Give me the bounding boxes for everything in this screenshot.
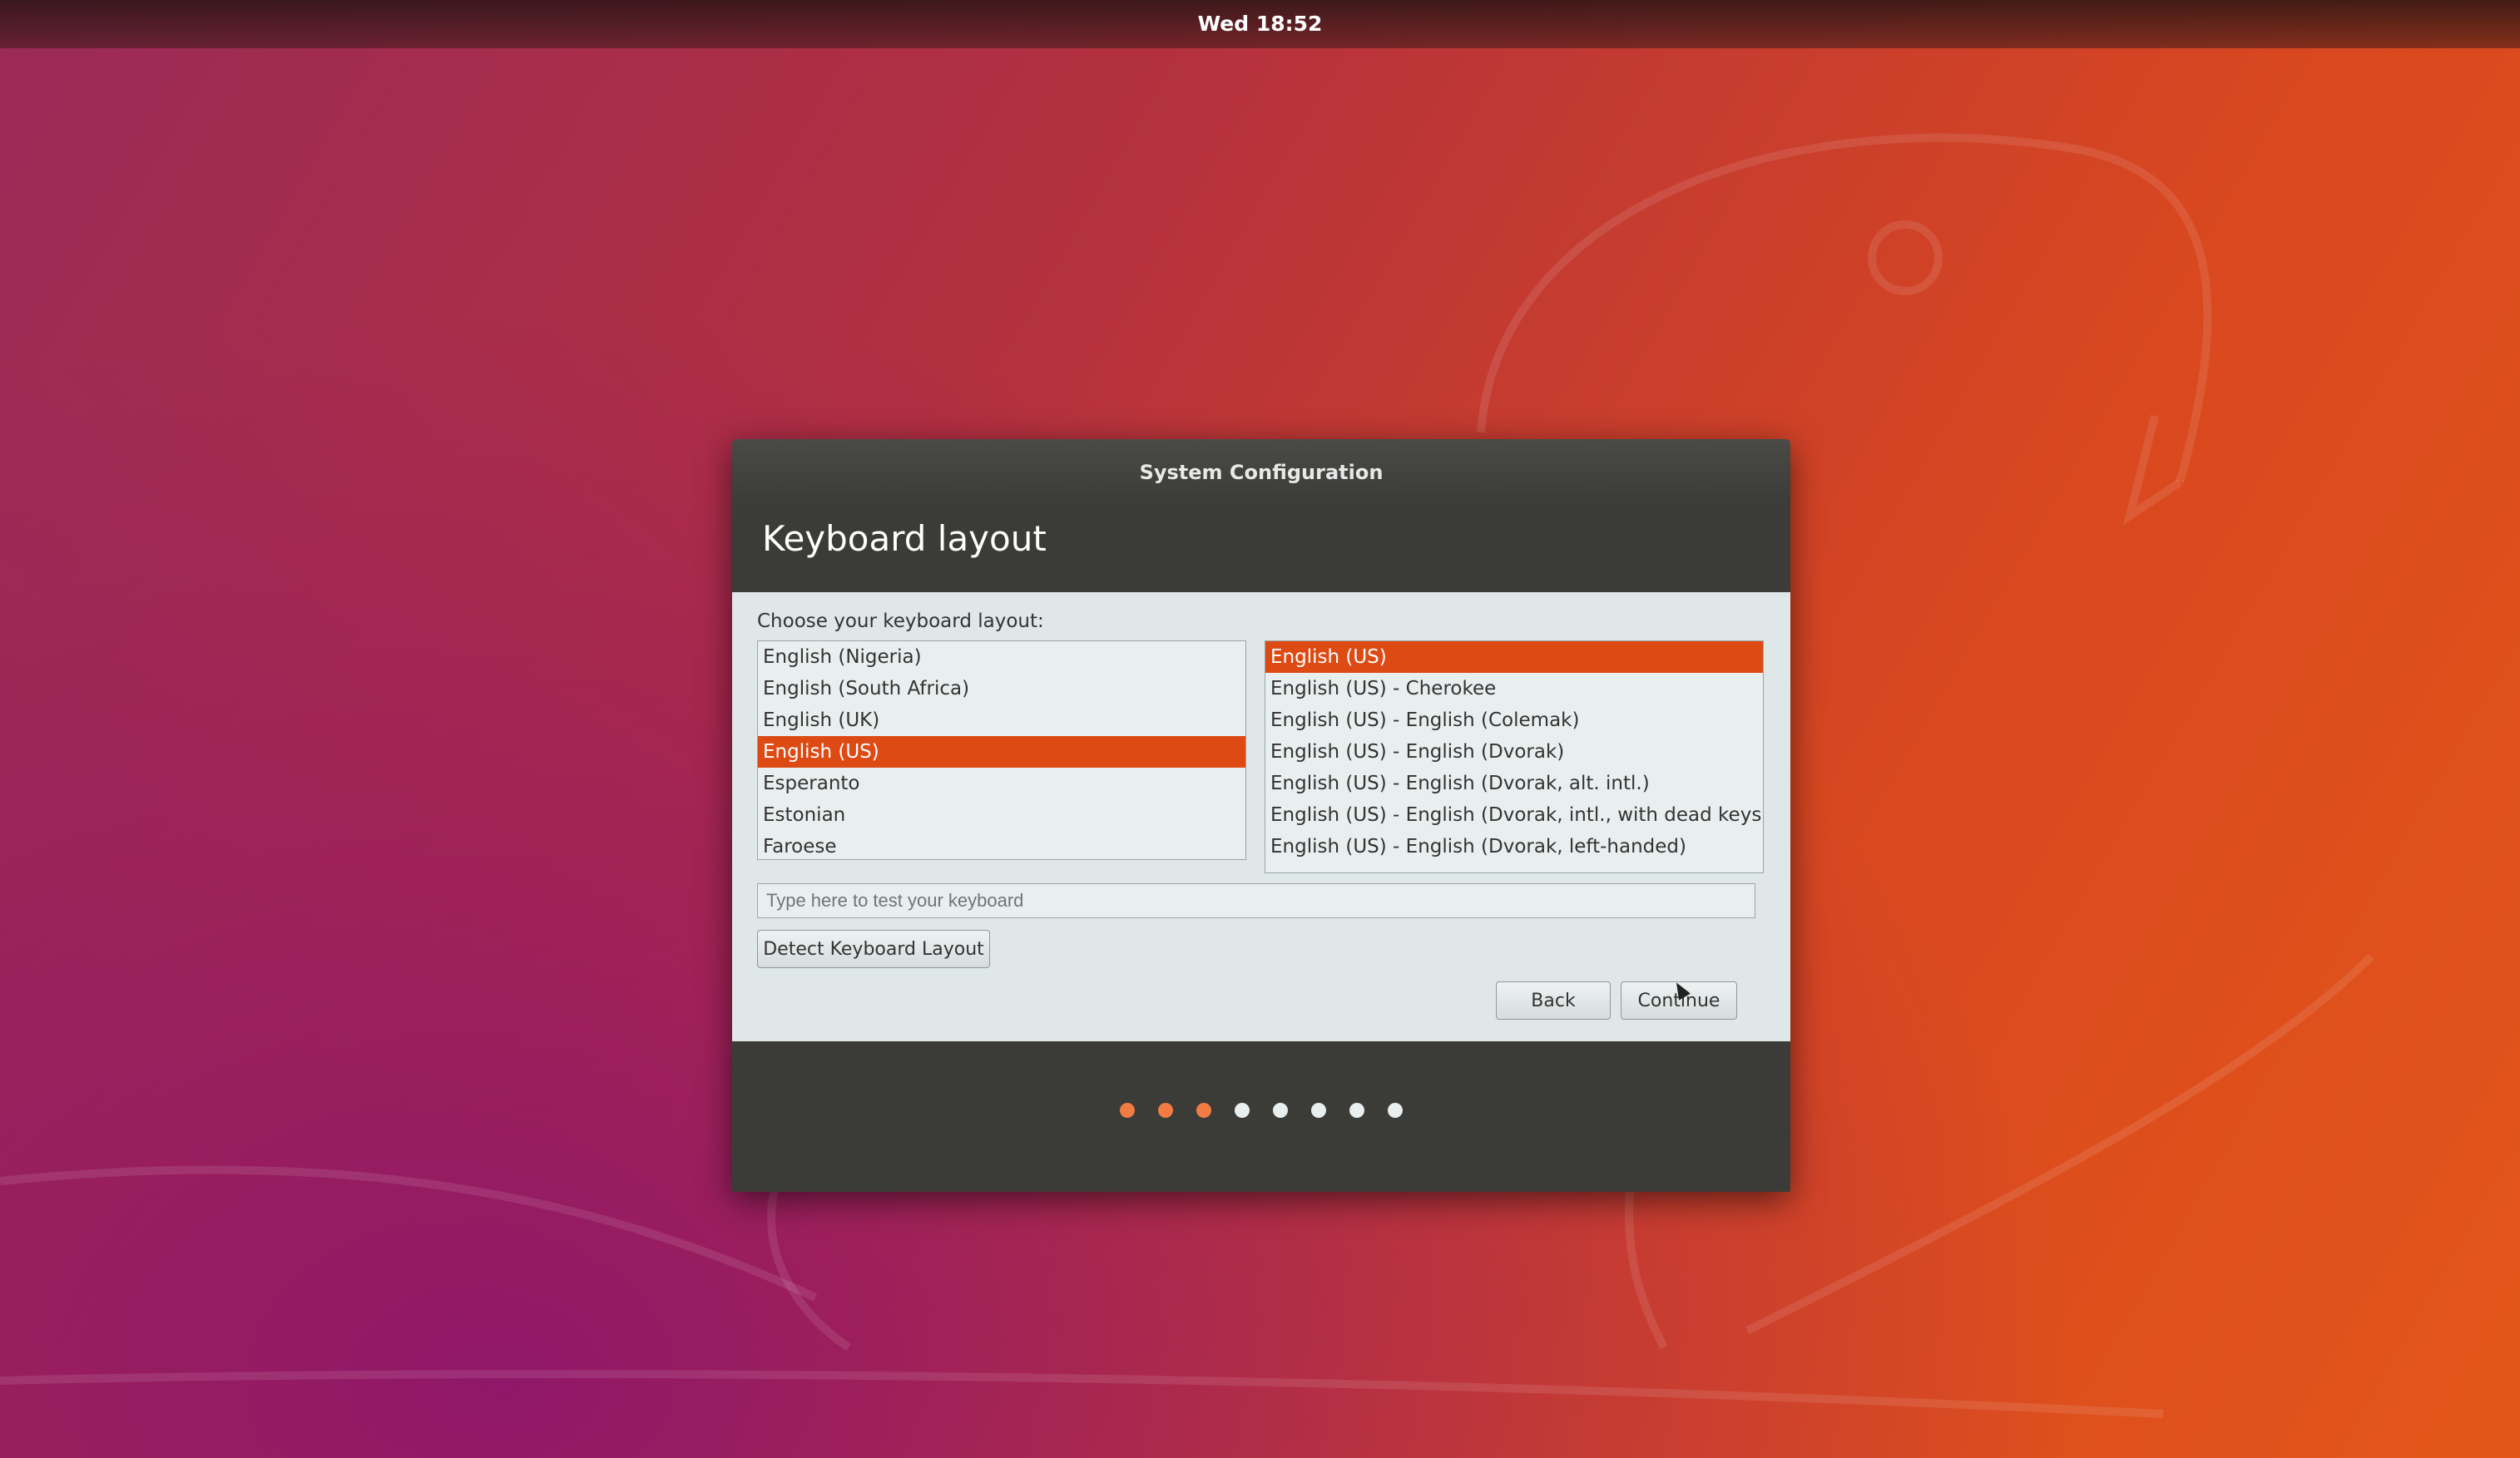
progress-dot-pending [1235,1103,1250,1118]
variant-list-item[interactable]: English (US) - English (Dvorak, intl., w… [1265,799,1763,831]
progress-dots [1108,1103,1414,1121]
layout-list-item[interactable]: Esperanto [758,768,1245,799]
layout-list-item-selected[interactable]: English (US) [758,736,1245,768]
layout-list-item[interactable]: Estonian [758,799,1245,831]
detect-keyboard-layout-button[interactable]: Detect Keyboard Layout [757,930,990,968]
dialog-title: System Configuration [732,439,1790,506]
progress-dot-pending [1349,1103,1364,1118]
variant-list[interactable]: English (US) English (US) - Cherokee Eng… [1265,640,1764,873]
layout-list-item[interactable]: English (South Africa) [758,673,1245,704]
progress-dot-pending [1388,1103,1403,1118]
variant-list-item[interactable]: English (US) - English (Dvorak) [1265,736,1763,768]
layout-list[interactable]: English (Nigeria) English (South Africa)… [757,640,1246,860]
system-configuration-dialog: System Configuration Keyboard layout Cho… [732,439,1790,1192]
page-title: Keyboard layout [762,518,1047,559]
layout-prompt: Choose your keyboard layout: [757,610,1044,632]
variant-list-item[interactable]: English (US) - English (Colemak) [1265,704,1763,736]
back-button[interactable]: Back [1496,981,1611,1020]
layout-list-item[interactable]: English (UK) [758,704,1245,736]
clock[interactable]: Wed 18:52 [1198,12,1323,36]
progress-dot-complete [1158,1103,1173,1118]
keyboard-test-input[interactable] [757,883,1755,918]
step-progress [732,1041,1790,1192]
progress-dot-pending [1311,1103,1326,1118]
layout-list-item[interactable]: English (Nigeria) [758,641,1245,673]
top-bar: Wed 18:52 [0,0,2520,48]
progress-dot-complete [1196,1103,1211,1118]
variant-list-item[interactable]: English (US) - English (Dvorak, alt. int… [1265,768,1763,799]
variant-list-item-selected[interactable]: English (US) [1265,641,1763,673]
variant-list-item[interactable]: English (US) - English (Dvorak, left-han… [1265,831,1763,862]
dialog-body: Choose your keyboard layout: English (Ni… [732,592,1790,1041]
progress-dot-complete [1120,1103,1135,1118]
progress-dot-pending [1273,1103,1288,1118]
variant-list-item[interactable]: English (US) - Cherokee [1265,673,1763,704]
layout-list-item[interactable]: Faroese [758,831,1245,859]
